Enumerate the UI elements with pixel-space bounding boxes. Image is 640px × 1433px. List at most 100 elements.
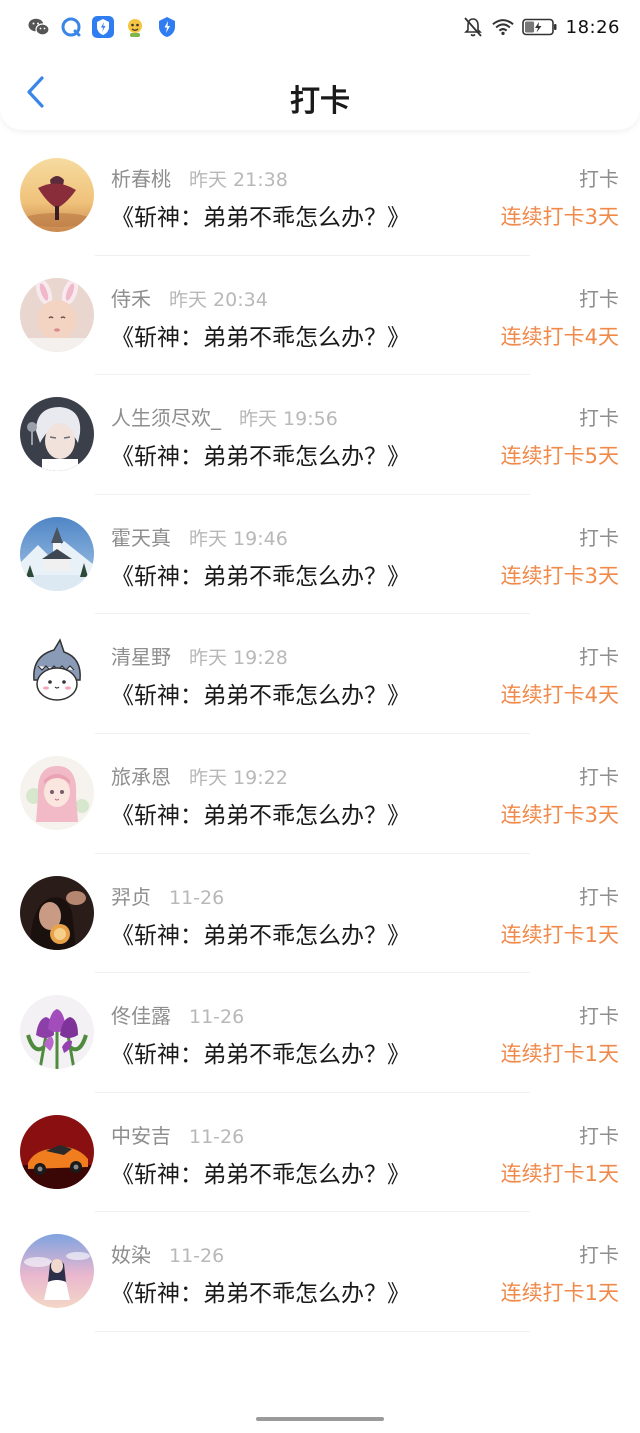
avatar[interactable] [20, 158, 94, 232]
checkin-time: 11-26 [169, 886, 225, 909]
divider [95, 1330, 530, 1332]
checkin-time: 昨天 19:28 [189, 647, 288, 670]
book-title[interactable]: 《斩神：弟弟不乖怎么办？》 [111, 1274, 410, 1308]
book-title[interactable]: 《斩神：弟弟不乖怎么办？》 [111, 437, 410, 471]
book-title[interactable]: 《斩神：弟弟不乖怎么办？》 [111, 916, 410, 950]
action-label: 打卡 [579, 286, 619, 311]
avatar[interactable] [20, 277, 94, 352]
streak-badge: 连续打卡1天 [500, 922, 619, 947]
checkin-time: 11-26 [169, 1245, 225, 1268]
list-item[interactable]: 清星野 昨天 19:28 《斩神：弟弟不乖怎么办？》 打卡 连续打卡4天 [0, 614, 640, 734]
qq-icon [60, 16, 82, 38]
book-title[interactable]: 《斩神：弟弟不乖怎么办？》 [111, 1035, 410, 1069]
user-name[interactable]: 人生须尽欢_ [111, 402, 221, 431]
user-name[interactable]: 析春桃 [111, 163, 171, 192]
checkin-time: 昨天 19:56 [239, 408, 338, 431]
meta-row: 侍禾 昨天 20:34 [111, 283, 268, 312]
list-item[interactable]: 羿贞 11-26 《斩神：弟弟不乖怎么办？》 打卡 连续打卡1天 [0, 854, 640, 974]
book-title[interactable]: 《斩神：弟弟不乖怎么办？》 [111, 1155, 410, 1189]
meta-row: 羿贞 11-26 [111, 881, 224, 910]
meta-row: 析春桃 昨天 21:38 [111, 163, 288, 192]
checkin-list: 析春桃 昨天 21:38 《斩神：弟弟不乖怎么办？》 打卡 连续打卡3天 侍禾 [0, 136, 640, 1332]
pink-anime-girl-avatar [20, 755, 94, 830]
book-title[interactable]: 《斩神：弟弟不乖怎么办？》 [111, 796, 410, 830]
avatar[interactable] [20, 875, 94, 950]
meta-row: 佟佳露 11-26 [111, 1000, 244, 1029]
security-shield-icon [92, 16, 114, 38]
wechat-icon [28, 16, 50, 38]
checkin-time: 昨天 19:22 [189, 766, 288, 789]
action-label: 打卡 [579, 525, 619, 550]
bell-muted-icon [462, 16, 484, 38]
streak-badge: 连续打卡3天 [500, 563, 619, 588]
sunset-dancer-avatar [20, 158, 94, 232]
user-name[interactable]: 清星野 [111, 641, 171, 670]
home-indicator[interactable] [256, 1417, 384, 1421]
user-name[interactable]: 侍禾 [111, 283, 151, 312]
system-indicators: 18:26 [462, 16, 620, 38]
list-item[interactable]: 霍天真 昨天 19:46 《斩神：弟弟不乖怎么办？》 打卡 连续打卡3天 [0, 495, 640, 615]
book-title[interactable]: 《斩神：弟弟不乖怎么办？》 [111, 676, 410, 710]
list-item[interactable]: 旅承恩 昨天 19:22 《斩神：弟弟不乖怎么办？》 打卡 连续打卡3天 [0, 734, 640, 854]
action-label: 打卡 [579, 645, 619, 670]
action-label: 打卡 [579, 1004, 619, 1029]
avatar[interactable] [20, 516, 94, 591]
checkin-time: 昨天 21:38 [189, 169, 288, 191]
status-time: 18:26 [565, 16, 620, 38]
user-name[interactable]: 中安吉 [111, 1120, 171, 1149]
meta-row: 霍天真 昨天 19:46 [111, 522, 288, 551]
streak-badge: 连续打卡4天 [500, 324, 619, 349]
notification-icons [28, 16, 178, 38]
meta-row: 旅承恩 昨天 19:22 [111, 761, 288, 790]
book-title[interactable]: 《斩神：弟弟不乖怎么办？》 [111, 198, 410, 232]
user-name[interactable]: 霍天真 [111, 522, 171, 551]
streak-badge: 连续打卡1天 [500, 1042, 619, 1067]
streak-badge: 连续打卡1天 [500, 1281, 619, 1306]
book-title[interactable]: 《斩神：弟弟不乖怎么办？》 [111, 318, 410, 352]
list-item[interactable]: 侍禾 昨天 20:34 《斩神：弟弟不乖怎么办？》 打卡 连续打卡4天 [0, 256, 640, 376]
avatar[interactable] [20, 636, 94, 711]
user-name[interactable]: 奻染 [111, 1239, 151, 1268]
meta-row: 人生须尽欢_ 昨天 19:56 [111, 402, 338, 431]
streak-badge: 连续打卡3天 [500, 802, 619, 827]
streak-badge: 连续打卡4天 [500, 683, 619, 708]
list-item[interactable]: 析春桃 昨天 21:38 《斩神：弟弟不乖怎么办？》 打卡 连续打卡3天 [0, 136, 640, 256]
action-label: 打卡 [579, 1243, 619, 1268]
checkin-time: 11-26 [189, 1006, 245, 1029]
user-name[interactable]: 佟佳露 [111, 1000, 171, 1029]
baby-bunny-ears-avatar [20, 277, 94, 352]
action-label: 打卡 [579, 764, 619, 789]
action-label: 打卡 [579, 1123, 619, 1148]
streak-badge: 连续打卡1天 [500, 1161, 619, 1186]
avatar[interactable] [20, 397, 94, 472]
checkin-time: 昨天 20:34 [169, 288, 268, 311]
page-title: 打卡 [290, 84, 350, 119]
streak-badge: 连续打卡3天 [500, 205, 619, 229]
header: 打卡 [0, 56, 640, 130]
book-title[interactable]: 《斩神：弟弟不乖怎么办？》 [111, 557, 410, 591]
action-label: 打卡 [579, 406, 619, 431]
dark-portrait-avatar [20, 875, 94, 950]
status-bar: 18:26 [0, 0, 640, 56]
meta-row: 清星野 昨天 19:28 [111, 641, 288, 670]
checkin-time: 11-26 [189, 1125, 245, 1148]
avatar[interactable] [20, 995, 94, 1070]
shark-hoodie-cartoon-avatar [20, 636, 94, 711]
list-item[interactable]: 人生须尽欢_ 昨天 19:56 《斩神：弟弟不乖怎么办？》 打卡 连续打卡5天 [0, 375, 640, 495]
meta-row: 奻染 11-26 [111, 1239, 224, 1268]
user-name[interactable]: 旅承恩 [111, 761, 171, 790]
avatar[interactable] [20, 1234, 94, 1309]
wifi-icon [491, 16, 514, 38]
avatar[interactable] [20, 1114, 94, 1189]
sky-anime-girl-avatar [20, 1234, 94, 1309]
meta-row: 中安吉 11-26 [111, 1120, 244, 1149]
user-name[interactable]: 羿贞 [111, 881, 151, 910]
avatar[interactable] [20, 755, 94, 830]
battery-icon [521, 16, 558, 38]
list-item[interactable]: 奻染 11-26 《斩神：弟弟不乖怎么办？》 打卡 连续打卡1天 [0, 1212, 640, 1332]
list-item[interactable]: 佟佳露 11-26 《斩神：弟弟不乖怎么办？》 打卡 连续打卡1天 [0, 973, 640, 1093]
silver-hair-singer-avatar [20, 397, 94, 472]
shield-small-icon [156, 16, 178, 38]
list-item[interactable]: 中安吉 11-26 《斩神：弟弟不乖怎么办？》 打卡 连续打卡1天 [0, 1093, 640, 1213]
checkin-time: 昨天 19:46 [189, 527, 288, 550]
